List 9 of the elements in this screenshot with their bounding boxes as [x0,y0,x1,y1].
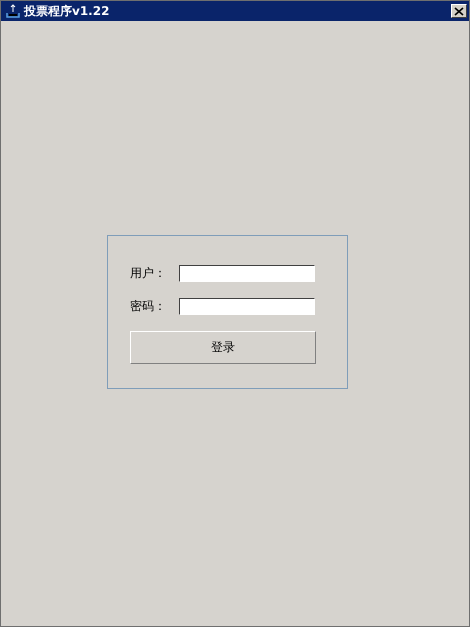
input-field[interactable] [179,298,315,315]
login-button[interactable]: 登录 [130,331,316,364]
close-icon [454,6,464,16]
close-button[interactable] [451,4,467,18]
field-label: 密码： [130,298,167,315]
window-title: 投票程序v1.22 [24,2,110,20]
field-label: 用户： [130,265,167,282]
app-icon [5,4,21,18]
input-field[interactable] [179,265,315,282]
